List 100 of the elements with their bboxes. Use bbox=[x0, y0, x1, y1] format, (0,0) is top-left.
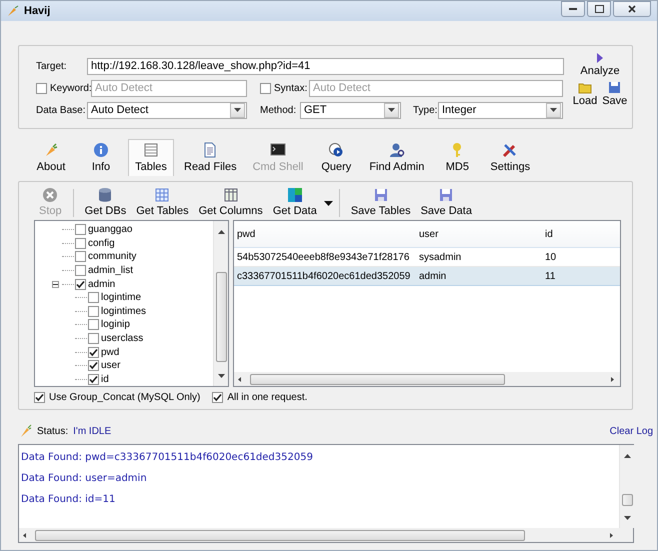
checkbox[interactable] bbox=[88, 346, 99, 358]
tree-item[interactable]: admin bbox=[88, 278, 116, 290]
toolbar-button[interactable]: Get Columns bbox=[194, 187, 268, 220]
arrow-icon bbox=[218, 374, 224, 379]
column-header[interactable]: user bbox=[416, 228, 438, 240]
tree-item[interactable]: guanggao bbox=[88, 224, 132, 236]
tab[interactable]: MD5 bbox=[434, 139, 480, 176]
target-field[interactable]: http://192.168.30.128/leave_show.php?id=41 bbox=[87, 58, 564, 74]
tab[interactable]: Read Files bbox=[178, 139, 243, 176]
columns-icon bbox=[222, 187, 239, 203]
stop-icon bbox=[42, 187, 58, 203]
tab[interactable]: Find Admin bbox=[363, 139, 430, 176]
terminal-icon bbox=[270, 142, 286, 158]
save-button[interactable]: Save bbox=[601, 81, 628, 107]
blocks-icon bbox=[286, 187, 303, 203]
checkbox[interactable] bbox=[75, 278, 86, 290]
arrow-icon bbox=[388, 108, 395, 112]
tree-item[interactable]: loginip bbox=[101, 319, 130, 330]
tree-item[interactable]: user bbox=[101, 360, 120, 372]
clear-log-link[interactable]: Clear Log bbox=[610, 426, 653, 436]
query-icon bbox=[328, 142, 344, 158]
checkbox[interactable] bbox=[75, 238, 86, 249]
tree-item[interactable]: community bbox=[88, 251, 136, 262]
table-cell-text: admin bbox=[418, 270, 446, 282]
load-button[interactable]: Load bbox=[572, 81, 598, 107]
toolbar-button[interactable]: Get DBs bbox=[80, 187, 132, 220]
column-header[interactable]: id bbox=[542, 228, 553, 240]
keyword-field[interactable]: Auto Detect bbox=[91, 80, 247, 96]
tab[interactable]: Tables bbox=[128, 139, 174, 176]
checkbox[interactable] bbox=[75, 251, 86, 262]
tab[interactable]: Settings bbox=[484, 139, 536, 176]
checkbox-label: All in one request. bbox=[227, 392, 308, 402]
checkbox-label: Use Group_Concat (MySQL Only) bbox=[49, 392, 200, 402]
status-label: Status: bbox=[37, 426, 68, 436]
field-label: Data Base: bbox=[36, 104, 86, 116]
close-button[interactable] bbox=[613, 1, 651, 17]
collapse-toggle[interactable] bbox=[52, 280, 59, 288]
analyze-button[interactable]: Analyze bbox=[579, 52, 621, 77]
tree-item[interactable]: id bbox=[101, 374, 109, 385]
tree-item[interactable]: admin_list bbox=[88, 265, 134, 276]
database-dropdown[interactable]: Auto Detect bbox=[87, 102, 247, 118]
tab[interactable]: Info bbox=[78, 139, 124, 176]
table-cell-text: 11 bbox=[544, 270, 556, 282]
toolbar-button[interactable]: Save Tables bbox=[346, 187, 416, 220]
log-line: Data Found: user=admin bbox=[21, 473, 148, 484]
field-label: Type: bbox=[413, 104, 438, 116]
table-cell-text: c33367701511b4f6020ec61ded352059 bbox=[236, 270, 410, 282]
checkbox[interactable] bbox=[88, 374, 99, 385]
toolbar-button[interactable]: Save Data bbox=[416, 187, 477, 220]
tree-item[interactable]: config bbox=[88, 238, 115, 249]
arrow-icon bbox=[22, 532, 29, 538]
scrollbar[interactable] bbox=[19, 528, 619, 542]
checkbox[interactable] bbox=[260, 82, 271, 94]
syntax-field[interactable]: Auto Detect bbox=[309, 80, 563, 96]
checkbox[interactable] bbox=[75, 265, 86, 276]
checkbox[interactable] bbox=[34, 392, 45, 402]
checkbox[interactable] bbox=[75, 224, 86, 236]
scrollbar-thumb[interactable] bbox=[216, 272, 226, 362]
carrot-icon bbox=[43, 142, 59, 158]
checkbox[interactable] bbox=[212, 392, 224, 402]
toolbar-button[interactable]: Get Tables bbox=[131, 187, 194, 220]
checkbox[interactable] bbox=[88, 306, 99, 317]
column-header[interactable]: pwd bbox=[234, 228, 256, 240]
maximize-icon bbox=[594, 5, 604, 13]
scrollbar-thumb[interactable] bbox=[35, 530, 525, 540]
database-icon bbox=[97, 187, 114, 203]
table-cell-text: 54b53072540eeeb8f8e9343e71f28176 bbox=[236, 252, 410, 262]
save-icon bbox=[438, 187, 454, 203]
grid-row[interactable]: c33367701511b4f6020ec61ded352059 admin 11 bbox=[234, 267, 620, 286]
tree-item[interactable]: logintimes bbox=[101, 306, 146, 317]
checkbox[interactable] bbox=[88, 292, 99, 304]
scrollbar-thumb[interactable] bbox=[622, 494, 632, 506]
checkbox[interactable] bbox=[88, 319, 99, 330]
dropdown-caret[interactable] bbox=[324, 201, 333, 206]
log-line: Data Found: pwd=c33367701511b4f6020ec61ded352059 bbox=[21, 452, 314, 463]
checkbox[interactable] bbox=[36, 82, 47, 94]
document-icon bbox=[202, 142, 218, 158]
arrow-icon bbox=[237, 376, 244, 382]
tab[interactable]: About bbox=[28, 139, 74, 176]
tree-item[interactable]: pwd bbox=[101, 346, 120, 358]
method-dropdown[interactable]: GET bbox=[300, 102, 401, 118]
minimize-button[interactable] bbox=[561, 1, 585, 17]
scrollbar-thumb[interactable] bbox=[250, 374, 505, 384]
type-dropdown[interactable]: Integer bbox=[438, 102, 563, 118]
checkbox[interactable] bbox=[88, 360, 99, 372]
maximize-button[interactable] bbox=[587, 1, 611, 17]
tab[interactable]: Query bbox=[313, 139, 360, 176]
status-text: I'm IDLE bbox=[73, 426, 112, 436]
scrollbar[interactable] bbox=[234, 372, 620, 386]
field-label: Method: bbox=[260, 104, 298, 116]
close-icon bbox=[628, 5, 636, 13]
log-line: Data Found: id=11 bbox=[21, 494, 116, 505]
toolbar-button[interactable]: Get Data bbox=[268, 187, 322, 220]
scrollbar[interactable] bbox=[213, 221, 228, 386]
checkbox-label: Keyword: bbox=[50, 82, 91, 94]
tree-item[interactable]: logintime bbox=[101, 292, 142, 304]
tree-item[interactable]: userclass bbox=[101, 333, 144, 344]
arrow-icon bbox=[624, 516, 630, 521]
checkbox[interactable] bbox=[88, 333, 99, 344]
save-icon bbox=[372, 187, 389, 203]
